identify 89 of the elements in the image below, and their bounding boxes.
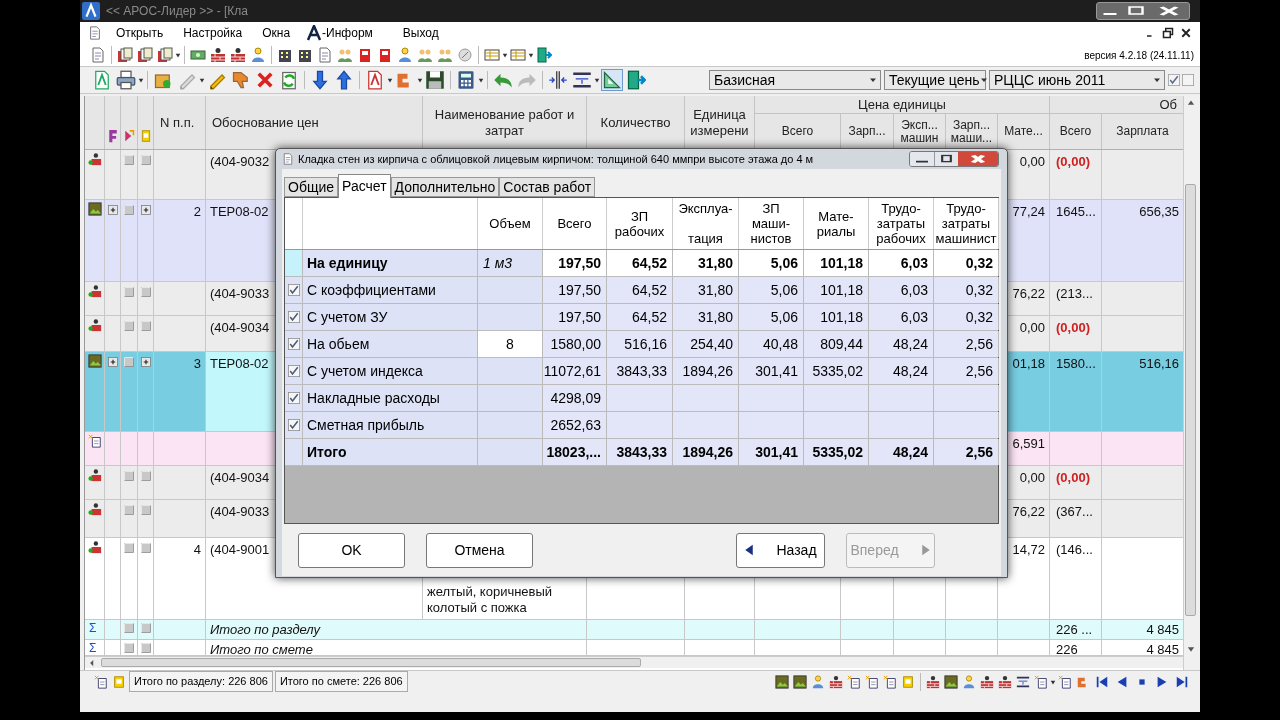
table-cell: 1894,26 <box>673 439 739 465</box>
table-cell: 64,52 <box>607 304 673 330</box>
table-row[interactable]: Σ Итого по разделу 226 ... 4 845 <box>85 620 1183 640</box>
table-cell: 101,18 <box>804 304 869 330</box>
table-cell: 48,24 <box>869 331 934 357</box>
column-header: Трудо- затраты машинист <box>934 198 999 249</box>
table-cell: 197,50 <box>543 250 607 276</box>
table-cell: 1580,00 <box>543 331 607 357</box>
row-label: Итого <box>303 439 478 465</box>
row-label: С коэффициентами <box>303 277 478 303</box>
table-cell: 64,52 <box>607 250 673 276</box>
table-cell: 4298,09 <box>543 385 607 411</box>
version-label: версия 4.2.18 (24.11.11) <box>1084 48 1194 63</box>
tab[interactable]: Дополнительно <box>390 177 500 197</box>
row-label: Накладные расходы <box>303 385 478 411</box>
row-label: На обьем <box>303 331 478 357</box>
column-header: Объем <box>478 198 543 249</box>
status-field: Итого по смете: 226 806 <box>274 671 408 692</box>
table-cell: 0,32 <box>934 250 999 276</box>
tab[interactable]: Состав работ <box>499 177 596 197</box>
table-cell: 5335,02 <box>804 358 869 384</box>
table-cell: 2652,63 <box>543 412 607 438</box>
column-header[interactable]: N п.п. <box>154 96 206 149</box>
table-cell: 48,24 <box>869 439 934 465</box>
column-header: Трудо- затраты рабочих <box>869 198 934 249</box>
row-label: Сметная прибыль <box>303 412 478 438</box>
table-cell: 5,06 <box>739 277 804 303</box>
table-cell: 197,50 <box>543 304 607 330</box>
table-cell: 101,18 <box>804 250 869 276</box>
table-cell: 2,56 <box>934 331 999 357</box>
group-header: Цена единицы <box>858 95 946 114</box>
sum-icon: Σ <box>85 641 97 655</box>
table-row[interactable]: Σ Итого по смете 226 4 845 <box>85 640 1183 656</box>
menu-item[interactable]: Открыть <box>106 24 174 42</box>
sum-icon: Σ <box>85 621 97 635</box>
table-cell: 809,44 <box>804 331 869 357</box>
table-cell: 1 м3 <box>478 250 543 276</box>
volume-field[interactable]: 8 <box>478 331 543 357</box>
column-header: ЗП рабочих <box>607 198 673 249</box>
table-cell: 2,56 <box>934 439 999 465</box>
table-cell: 5335,02 <box>804 439 869 465</box>
column-header: ЗП маши- нистов <box>739 198 804 249</box>
table-cell: 31,80 <box>673 277 739 303</box>
dropdown[interactable]: Текущие цень <box>884 70 986 90</box>
menu-item[interactable]: Окна <box>252 24 301 42</box>
column-header: Всего <box>543 198 607 249</box>
dialog-button[interactable]: OK <box>298 532 405 568</box>
table-cell: 18023,... <box>543 439 607 465</box>
table-cell: 5,06 <box>739 304 804 330</box>
table-cell: 3843,33 <box>607 439 673 465</box>
table-cell: 301,41 <box>739 358 804 384</box>
menu-item[interactable]: Выход <box>392 24 449 42</box>
menu-item[interactable]: -Информ <box>322 24 393 42</box>
table-cell: 0,32 <box>934 304 999 330</box>
column-header: Мате- риалы <box>804 198 869 249</box>
table-cell: 197,50 <box>543 277 607 303</box>
table-cell: 1894,26 <box>673 358 739 384</box>
menu-item[interactable]: Настройка <box>173 24 253 42</box>
table-cell: 31,80 <box>673 250 739 276</box>
table-cell: 6,03 <box>869 250 934 276</box>
tab[interactable]: Общие <box>284 177 339 197</box>
column-header: Эксплуа- тация <box>673 198 739 249</box>
status-field: Итого по разделу: 226 806 <box>129 671 273 692</box>
table-cell: 6,03 <box>869 304 934 330</box>
table-cell: 5,06 <box>739 250 804 276</box>
dropdown[interactable]: Базисная <box>709 70 881 90</box>
table-cell: 64,52 <box>607 277 673 303</box>
table-cell: 254,40 <box>673 331 739 357</box>
table-cell: 101,18 <box>804 277 869 303</box>
dialog-button[interactable]: Отмена <box>426 532 533 568</box>
table-cell: 301,41 <box>739 439 804 465</box>
table-cell: 0,32 <box>934 277 999 303</box>
row-label: На единицу <box>303 250 478 276</box>
table-cell: 48,24 <box>869 358 934 384</box>
table-cell: 11072,61 <box>543 358 607 384</box>
tab[interactable]: Расчет <box>338 174 391 198</box>
table-cell: 6,03 <box>869 277 934 303</box>
row-label: С учетом ЗУ <box>303 304 478 330</box>
dropdown[interactable]: РЦЦС июнь 2011 <box>989 70 1165 90</box>
table-cell: 516,16 <box>607 331 673 357</box>
table-cell: 3843,33 <box>607 358 673 384</box>
column-header[interactable]: Всего <box>1050 114 1102 149</box>
row-label: С учетом индекса <box>303 358 478 384</box>
window-title: << АРОС-Лидер >> - [Кла <box>106 3 249 20</box>
table-cell: 40,48 <box>739 331 804 357</box>
group-header: Об <box>1159 95 1177 114</box>
table-cell: 2,56 <box>934 358 999 384</box>
table-cell: 31,80 <box>673 304 739 330</box>
back-button[interactable]: Назад <box>736 532 825 568</box>
